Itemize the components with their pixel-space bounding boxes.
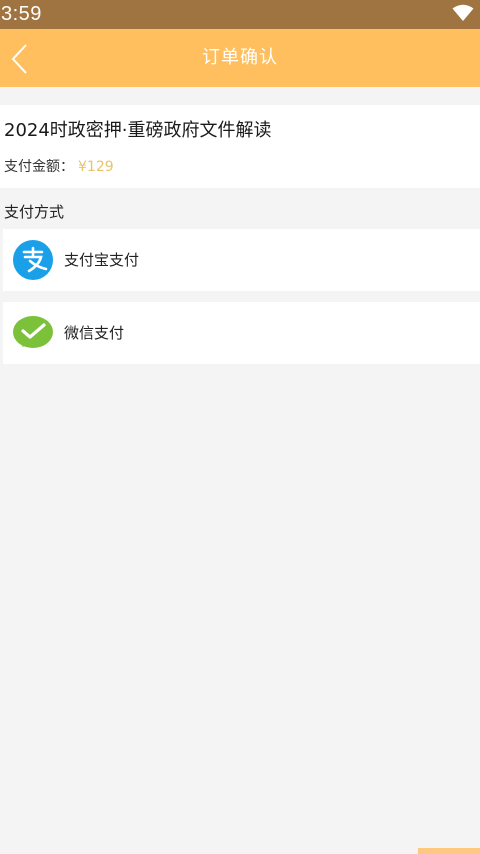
wechat-pay-label: 微信支付 [64, 324, 125, 342]
alipay-icon [13, 240, 53, 280]
product-title: 2024时政密押·重磅政府文件解读 [4, 120, 272, 141]
bottom-action-edge[interactable] [418, 848, 480, 854]
wechat-pay-option[interactable]: 微信支付 [3, 302, 480, 364]
amount-label: 支付金额： [4, 159, 74, 175]
alipay-option[interactable]: 支付宝支付 [3, 229, 480, 291]
order-summary-card: 2024时政密押·重磅政府文件解读 支付金额： ¥129 [0, 105, 480, 188]
alipay-label: 支付宝支付 [64, 251, 140, 269]
page-title: 订单确认 [202, 47, 278, 68]
wechat-pay-icon [13, 316, 53, 348]
wifi-icon [452, 4, 474, 21]
nav-bar: 订单确认 [0, 29, 480, 87]
amount-value: ¥129 [78, 159, 114, 175]
status-bar: 3:59 [0, 0, 480, 29]
payment-method-label: 支付方式 [4, 203, 65, 221]
amount-row: 支付金额： ¥129 [4, 157, 114, 177]
status-time: 3:59 [1, 3, 42, 25]
